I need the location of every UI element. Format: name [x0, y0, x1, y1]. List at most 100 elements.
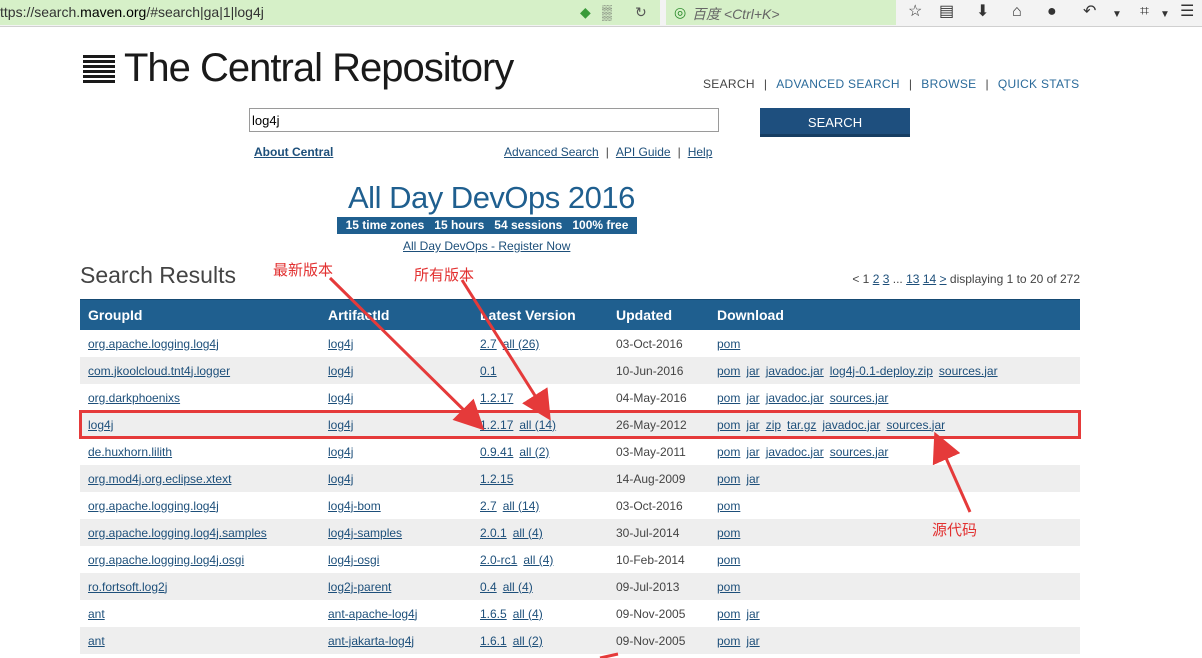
- qrcode-icon[interactable]: ▒: [602, 4, 612, 20]
- artifactid-link[interactable]: log4j-bom: [328, 499, 381, 513]
- artifactid-link[interactable]: log4j: [328, 391, 353, 405]
- column-header-updated[interactable]: Updated: [608, 299, 709, 330]
- version-link[interactable]: 1.2.15: [480, 472, 513, 486]
- pager-page[interactable]: 14: [923, 272, 936, 286]
- download-link[interactable]: pom: [717, 364, 740, 378]
- groupid-link[interactable]: ant: [88, 607, 105, 621]
- download-link[interactable]: log4j-0.1-deploy.zip: [830, 364, 933, 378]
- pager-page[interactable]: 13: [906, 272, 919, 286]
- download-link[interactable]: pom: [717, 607, 740, 621]
- chevron-down-icon[interactable]: ▼: [1112, 6, 1122, 24]
- groupid-link[interactable]: de.huxhorn.lilith: [88, 445, 172, 459]
- artifactid-link[interactable]: log4j: [328, 445, 353, 459]
- pager-page[interactable]: 3: [883, 272, 890, 286]
- version-link[interactable]: 2.0.1: [480, 526, 507, 540]
- download-link[interactable]: sources.jar: [830, 391, 889, 405]
- all-versions-link[interactable]: all (2): [519, 445, 549, 459]
- star-icon[interactable]: ☆: [908, 3, 922, 21]
- all-versions-link[interactable]: all (4): [513, 607, 543, 621]
- download-link[interactable]: javadoc.jar: [766, 391, 824, 405]
- groupid-link[interactable]: org.apache.logging.log4j.osgi: [88, 553, 244, 567]
- download-link[interactable]: jar: [746, 364, 759, 378]
- chat-icon[interactable]: ●: [1047, 3, 1057, 21]
- menu-icon[interactable]: ☰: [1180, 3, 1194, 21]
- artifactid-link[interactable]: log4j-osgi: [328, 553, 379, 567]
- version-link[interactable]: 2.7: [480, 499, 497, 513]
- artifactid-link[interactable]: ant-jakarta-log4j: [328, 634, 414, 648]
- version-link[interactable]: 0.1: [480, 364, 497, 378]
- groupid-link[interactable]: com.jkoolcloud.tnt4j.logger: [88, 364, 230, 378]
- search-button[interactable]: SEARCH: [760, 108, 910, 137]
- download-link[interactable]: pom: [717, 634, 740, 648]
- download-link[interactable]: pom: [717, 499, 740, 513]
- chevron-down-icon[interactable]: ▼: [1160, 6, 1170, 24]
- column-header-artifactid[interactable]: ArtifactId: [320, 299, 472, 330]
- download-link[interactable]: pom: [717, 445, 740, 459]
- download-link[interactable]: pom: [717, 526, 740, 540]
- artifactid-link[interactable]: ant-apache-log4j: [328, 607, 417, 621]
- column-header-latest-version[interactable]: Latest Version: [472, 299, 608, 330]
- search-engine-icon[interactable]: ◎: [674, 4, 686, 20]
- artifactid-link[interactable]: log4j: [328, 364, 353, 378]
- nav-quick-stats[interactable]: QUICK STATS: [998, 77, 1080, 91]
- browser-search-box[interactable]: ◎ 百度 <Ctrl+K>: [666, 0, 896, 25]
- download-link[interactable]: sources.jar: [830, 445, 889, 459]
- help-link[interactable]: Help: [688, 145, 713, 159]
- groupid-link[interactable]: ro.fortsoft.log2j: [88, 580, 167, 594]
- nav-search[interactable]: SEARCH: [703, 77, 755, 91]
- download-link[interactable]: jar: [746, 634, 759, 648]
- version-link[interactable]: 1.6.5: [480, 607, 507, 621]
- download-link[interactable]: jar: [746, 472, 759, 486]
- all-versions-link[interactable]: all (4): [503, 580, 533, 594]
- pager-page[interactable]: 2: [873, 272, 880, 286]
- version-link[interactable]: 1.6.1: [480, 634, 507, 648]
- all-versions-link[interactable]: all (4): [513, 526, 543, 540]
- version-link[interactable]: 0.9.41: [480, 445, 513, 459]
- download-link[interactable]: jar: [746, 607, 759, 621]
- artifactid-link[interactable]: log4j: [328, 337, 353, 351]
- all-versions-link[interactable]: all (26): [503, 337, 540, 351]
- version-link[interactable]: 1.2.17: [480, 391, 513, 405]
- advanced-search-link[interactable]: Advanced Search: [504, 145, 599, 159]
- artifactid-link[interactable]: log2j-parent: [328, 580, 391, 594]
- download-link[interactable]: pom: [717, 337, 740, 351]
- download-link[interactable]: pom: [717, 472, 740, 486]
- all-versions-link[interactable]: all (4): [523, 553, 553, 567]
- download-icon[interactable]: ⬇: [976, 3, 989, 21]
- api-guide-link[interactable]: API Guide: [616, 145, 671, 159]
- groupid-link[interactable]: org.apache.logging.log4j: [88, 337, 219, 351]
- crop-icon[interactable]: ⌗: [1140, 3, 1149, 21]
- all-versions-link[interactable]: all (14): [503, 499, 540, 513]
- download-link[interactable]: pom: [717, 391, 740, 405]
- version-link[interactable]: 0.4: [480, 580, 497, 594]
- groupid-link[interactable]: org.mod4j.org.eclipse.xtext: [88, 472, 231, 486]
- pager-next[interactable]: >: [940, 272, 947, 286]
- groupid-link[interactable]: org.darkphoenixs: [88, 391, 180, 405]
- download-link[interactable]: sources.jar: [939, 364, 998, 378]
- version-link[interactable]: 2.7: [480, 337, 497, 351]
- column-header-groupid[interactable]: GroupId: [80, 299, 320, 330]
- artifactid-link[interactable]: log4j-samples: [328, 526, 402, 540]
- nav-advanced-search[interactable]: ADVANCED SEARCH: [776, 77, 900, 91]
- download-link[interactable]: jar: [746, 391, 759, 405]
- artifactid-link[interactable]: log4j: [328, 472, 353, 486]
- download-link[interactable]: javadoc.jar: [766, 364, 824, 378]
- reading-list-icon[interactable]: ▤: [939, 3, 954, 21]
- download-link[interactable]: jar: [746, 445, 759, 459]
- download-link[interactable]: pom: [717, 553, 740, 567]
- groupid-link[interactable]: org.apache.logging.log4j.samples: [88, 526, 267, 540]
- home-icon[interactable]: ⌂: [1012, 3, 1022, 21]
- download-link[interactable]: pom: [717, 580, 740, 594]
- undo-icon[interactable]: ↶: [1083, 3, 1096, 21]
- download-link[interactable]: javadoc.jar: [766, 445, 824, 459]
- search-input[interactable]: [249, 108, 719, 132]
- groupid-link[interactable]: org.apache.logging.log4j: [88, 499, 219, 513]
- banner-title[interactable]: All Day DevOps 2016: [348, 180, 635, 216]
- url-text[interactable]: ttps://search.maven.org/#search|ga|1|log…: [0, 4, 264, 20]
- reload-icon[interactable]: ↻: [635, 4, 647, 20]
- shield-icon[interactable]: ◆: [580, 4, 591, 20]
- nav-browse[interactable]: BROWSE: [921, 77, 976, 91]
- banner-register-link[interactable]: All Day DevOps - Register Now: [403, 239, 570, 253]
- all-versions-link[interactable]: all (2): [513, 634, 543, 648]
- groupid-link[interactable]: ant: [88, 634, 105, 648]
